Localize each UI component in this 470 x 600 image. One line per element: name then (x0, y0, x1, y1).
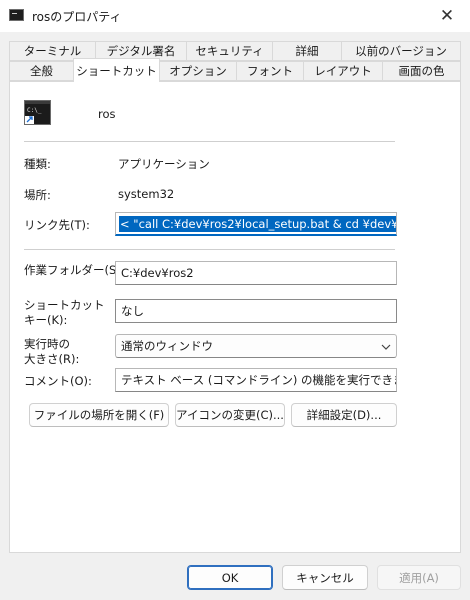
close-button[interactable]: ✕ (424, 0, 470, 32)
tab-label: 詳細 (295, 44, 319, 58)
shortcut-key-label-line1: ショートカット (24, 298, 105, 312)
tab-label: 以前のバージョン (355, 44, 447, 58)
tab-label: レイアウト (314, 64, 372, 78)
run-select-value: 通常のウィンドウ (121, 339, 213, 353)
shortcut-key-field[interactable]: なし (115, 299, 397, 323)
tab-label: フォント (247, 64, 293, 78)
target-field[interactable]: < "call C:¥dev¥ros2¥local_setup.bat & cd… (115, 212, 397, 236)
location-value: system32 (118, 187, 175, 201)
tab-shortcut[interactable]: ショートカット (73, 58, 160, 82)
ok-button[interactable]: OK (187, 565, 273, 590)
divider (24, 141, 395, 142)
change-icon-button[interactable]: アイコンの変更(C)... (175, 403, 285, 427)
run-label-line2: 大きさ(R): (24, 352, 80, 366)
run-select[interactable]: 通常のウィンドウ (115, 334, 397, 358)
type-label: 種類: (24, 157, 51, 171)
comment-label: コメント(O): (24, 374, 92, 388)
tab-label: 全般 (30, 64, 53, 78)
tab-details[interactable]: 詳細 (272, 41, 342, 61)
apply-button[interactable]: 適用(A) (377, 565, 461, 590)
tab-layout[interactable]: レイアウト (303, 61, 383, 81)
close-icon: ✕ (439, 6, 455, 26)
tab-label: デジタル署名 (106, 44, 176, 58)
window-title: rosのプロパティ (32, 10, 122, 24)
type-value: アプリケーション (118, 157, 210, 171)
console-shortcut-icon: C:\_ (24, 100, 51, 125)
tab-previous-versions[interactable]: 以前のバージョン (341, 41, 461, 61)
shortcut-key-label-line2: キー(K): (24, 313, 68, 327)
tab-colors[interactable]: 画面の色 (382, 61, 461, 81)
chevron-down-icon (381, 339, 391, 353)
run-label-line1: 実行時の (24, 337, 70, 351)
divider (24, 249, 395, 250)
svg-text:C:\_: C:\_ (27, 107, 42, 114)
console-app-icon (9, 9, 24, 21)
start-in-field[interactable]: C:¥dev¥ros2 (115, 261, 397, 285)
tab-label: ショートカット (76, 63, 157, 78)
tab-general[interactable]: 全般 (9, 61, 74, 81)
tab-label: ターミナル (23, 44, 82, 58)
tab-font[interactable]: フォント (236, 61, 304, 81)
cancel-button[interactable]: キャンセル (282, 565, 368, 590)
start-in-label: 作業フォルダー(S): (24, 263, 125, 277)
target-text-selected: < "call C:¥dev¥ros2¥local_setup.bat & cd… (119, 215, 396, 232)
comment-field[interactable]: テキスト ベース (コマンドライン) の機能を実行できます。 (115, 368, 397, 392)
tab-label: オプション (169, 64, 227, 78)
target-label: リンク先(T): (24, 218, 90, 232)
advanced-button[interactable]: 詳細設定(D)... (291, 403, 397, 427)
tab-options[interactable]: オプション (159, 61, 237, 81)
tab-security[interactable]: セキュリティ (186, 41, 273, 61)
tab-label: セキュリティ (195, 44, 264, 58)
shortcut-name: ros (98, 107, 116, 121)
tab-label: 画面の色 (398, 64, 445, 78)
open-file-location-button[interactable]: ファイルの場所を開く(F) (29, 403, 169, 427)
location-label: 場所: (24, 188, 51, 202)
